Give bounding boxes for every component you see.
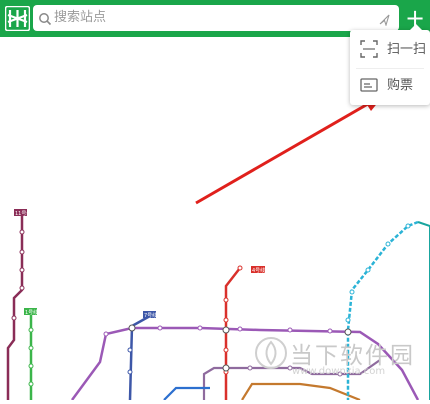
watermark-text: 当下软件园	[290, 343, 415, 369]
buy-ticket-label: 购票	[387, 78, 414, 93]
buy-ticket-menu-item[interactable]: 购票	[350, 68, 430, 104]
menu-caret	[410, 24, 422, 30]
watermark-subtext: www.downxia.com	[292, 366, 386, 377]
ticket-icon	[360, 76, 378, 94]
watermark-logo-icon	[255, 337, 287, 369]
scan-menu-item[interactable]: 扫一扫	[350, 32, 430, 68]
scan-icon	[360, 40, 378, 58]
scan-label: 扫一扫	[387, 42, 427, 57]
watermark: 当下软件园 www.downxia.com	[252, 330, 430, 390]
add-dropdown-menu: 扫一扫 购票	[350, 24, 430, 105]
